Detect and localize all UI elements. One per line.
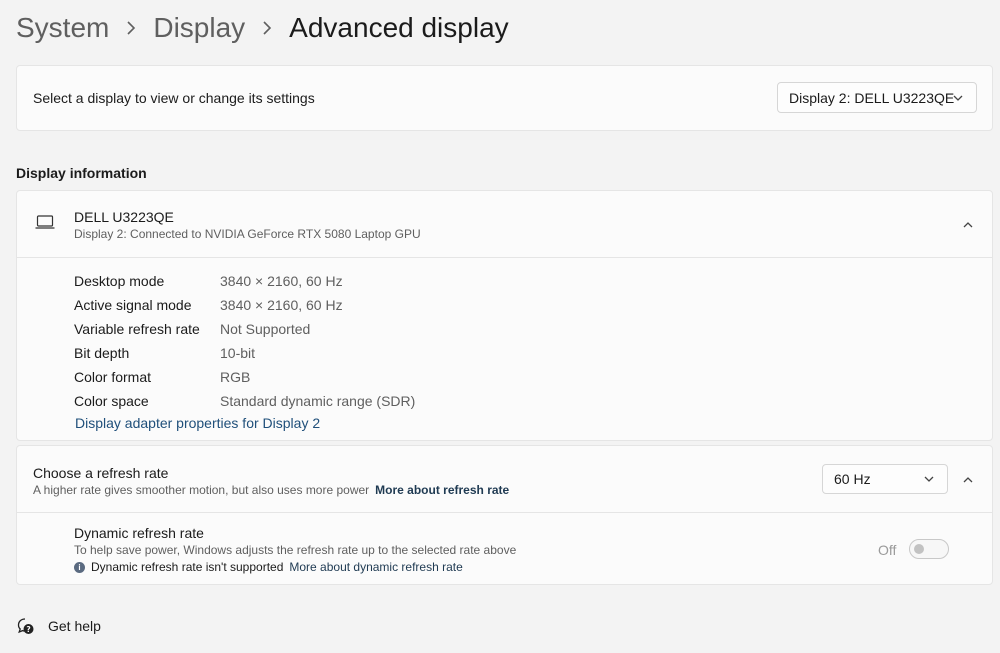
property-value: RGB bbox=[220, 369, 251, 385]
refresh-rate-dropdown[interactable]: 60 Hz bbox=[822, 464, 948, 494]
display-dropdown[interactable]: Display 2: DELL U3223QE bbox=[777, 82, 977, 113]
breadcrumb-system[interactable]: System bbox=[16, 12, 109, 44]
monitor-subtitle: Display 2: Connected to NVIDIA GeForce R… bbox=[74, 227, 421, 241]
property-key: Bit depth bbox=[74, 345, 130, 361]
property-key: Desktop mode bbox=[74, 273, 165, 289]
display-select-card: Select a display to view or change its s… bbox=[16, 65, 993, 131]
page-title: Advanced display bbox=[289, 12, 509, 43]
svg-text:?: ? bbox=[26, 625, 30, 634]
refresh-rate-header: Choose a refresh rate A higher rate give… bbox=[17, 446, 992, 513]
display-information-heading: Display information bbox=[16, 165, 147, 181]
more-about-refresh-rate-link[interactable]: More about refresh rate bbox=[375, 483, 509, 497]
breadcrumb-display[interactable]: Display bbox=[153, 12, 245, 44]
laptop-icon bbox=[35, 215, 55, 229]
refresh-rate-subtitle: A higher rate gives smoother motion, but… bbox=[33, 483, 509, 497]
property-row: Variable refresh rate Not Supported bbox=[74, 317, 415, 341]
property-value: Not Supported bbox=[220, 321, 311, 337]
display-adapter-properties-link[interactable]: Display adapter properties for Display 2 bbox=[75, 415, 320, 431]
monitor-name: DELL U3223QE bbox=[74, 209, 174, 225]
property-key: Variable refresh rate bbox=[74, 321, 200, 337]
refresh-rate-card: Choose a refresh rate A higher rate give… bbox=[16, 445, 993, 585]
chevron-up-icon[interactable] bbox=[962, 474, 974, 486]
chevron-down-icon bbox=[953, 95, 963, 101]
property-row: Desktop mode 3840 × 2160, 60 Hz bbox=[74, 269, 415, 293]
property-value: 3840 × 2160, 60 Hz bbox=[220, 297, 343, 313]
property-row: Color space Standard dynamic range (SDR) bbox=[74, 389, 415, 413]
dynamic-refresh-title: Dynamic refresh rate bbox=[74, 525, 204, 541]
dynamic-refresh-toggle[interactable] bbox=[909, 539, 949, 559]
display-select-label: Select a display to view or change its s… bbox=[33, 90, 315, 106]
dynamic-refresh-note-text: Dynamic refresh rate isn't supported bbox=[91, 560, 284, 574]
more-about-dynamic-refresh-link[interactable]: More about dynamic refresh rate bbox=[289, 560, 462, 574]
property-value: 3840 × 2160, 60 Hz bbox=[220, 273, 343, 289]
chevron-up-icon[interactable] bbox=[962, 219, 974, 231]
property-row: Color format RGB bbox=[74, 365, 415, 389]
toggle-state-label: Off bbox=[878, 542, 897, 558]
display-information-card: DELL U3223QE Display 2: Connected to NVI… bbox=[16, 190, 993, 441]
property-row: Active signal mode 3840 × 2160, 60 Hz bbox=[74, 293, 415, 317]
property-key: Color format bbox=[74, 369, 152, 385]
property-row: Bit depth 10-bit bbox=[74, 341, 415, 365]
help-icon: ? bbox=[17, 618, 34, 634]
get-help-link[interactable]: ? Get help bbox=[16, 617, 101, 635]
toggle-knob bbox=[914, 544, 924, 554]
dynamic-refresh-subtitle: To help save power, Windows adjusts the … bbox=[74, 543, 517, 557]
display-dropdown-value: Display 2: DELL U3223QE bbox=[789, 89, 955, 106]
breadcrumb: System Display Advanced display bbox=[16, 8, 509, 48]
chevron-right-icon bbox=[125, 21, 137, 35]
refresh-rate-value: 60 Hz bbox=[834, 471, 871, 487]
display-properties: Desktop mode 3840 × 2160, 60 Hz Active s… bbox=[74, 269, 415, 413]
dynamic-refresh-note: i Dynamic refresh rate isn't supported M… bbox=[74, 560, 463, 574]
property-value: Standard dynamic range (SDR) bbox=[220, 393, 416, 409]
display-information-header[interactable]: DELL U3223QE Display 2: Connected to NVI… bbox=[17, 191, 992, 258]
chevron-down-icon bbox=[924, 476, 934, 482]
property-key: Color space bbox=[74, 393, 149, 409]
refresh-rate-description: A higher rate gives smoother motion, but… bbox=[33, 483, 370, 497]
property-value: 10-bit bbox=[220, 345, 256, 361]
property-key: Active signal mode bbox=[74, 297, 192, 313]
info-icon: i bbox=[74, 561, 85, 573]
get-help-label: Get help bbox=[48, 618, 101, 634]
chevron-right-icon bbox=[261, 21, 273, 35]
refresh-rate-title: Choose a refresh rate bbox=[33, 465, 169, 481]
